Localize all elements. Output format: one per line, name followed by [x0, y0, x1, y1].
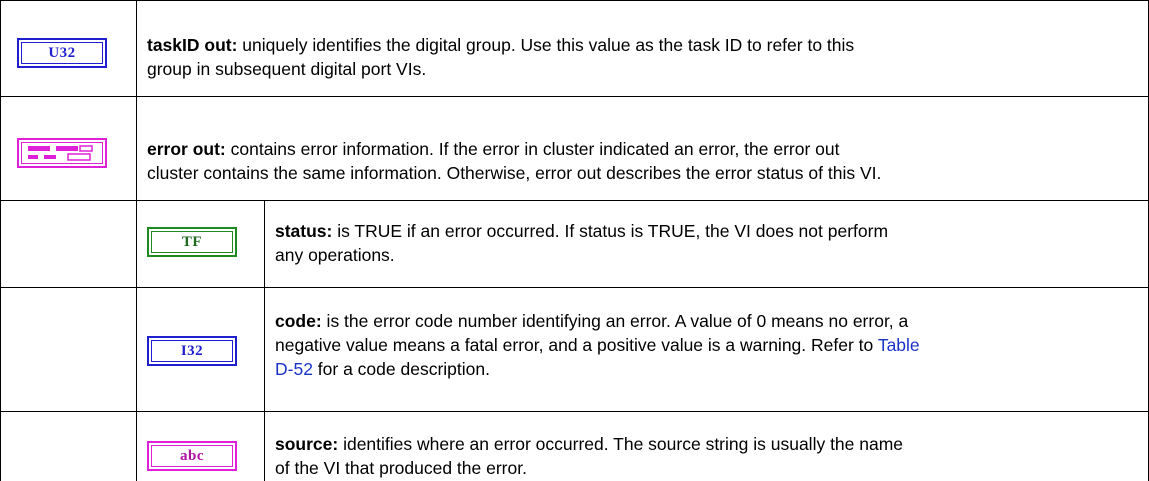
term-label: source:: [275, 434, 339, 454]
error-out-description: error out: contains error information. I…: [147, 139, 882, 183]
code-description: code: is the error code number identifyi…: [275, 311, 920, 379]
row-divider: [0, 96, 1149, 97]
boolean-tf-icon: TF: [147, 227, 237, 257]
icon-label: I32: [180, 342, 204, 359]
icon-label: U32: [48, 44, 76, 61]
table-d52-link[interactable]: Table: [878, 335, 920, 355]
nested-icon-column-divider: [264, 200, 265, 481]
row-divider: [0, 287, 1149, 288]
u32-numeric-icon: U32: [17, 38, 107, 68]
taskid-out-description: taskID out: uniquely identifies the digi…: [147, 35, 855, 79]
icon-label: TF: [181, 233, 203, 250]
source-description: source: identifies where an error occurr…: [275, 434, 904, 478]
row-divider: [0, 0, 1149, 1]
icon-label: abc: [180, 447, 204, 464]
string-abc-icon: abc: [147, 441, 237, 471]
error-cluster-icon: [17, 138, 107, 168]
term-label: error out:: [147, 139, 226, 159]
icon-column-divider: [136, 0, 137, 481]
table-left-border: [0, 0, 1, 481]
term-label: taskID out:: [147, 35, 238, 55]
cluster-glyph-icon: [28, 145, 93, 161]
status-description: status: is TRUE if an error occurred. If…: [275, 221, 889, 265]
i32-numeric-icon: I32: [147, 336, 237, 366]
term-label: code:: [275, 311, 322, 331]
parameter-table: U32 taskID out: uniquely identifies the …: [0, 0, 1149, 481]
row-divider: [0, 411, 1149, 412]
table-d52-link-continued[interactable]: D-52: [275, 359, 313, 379]
term-label: status:: [275, 221, 333, 241]
row-divider: [0, 200, 1149, 201]
